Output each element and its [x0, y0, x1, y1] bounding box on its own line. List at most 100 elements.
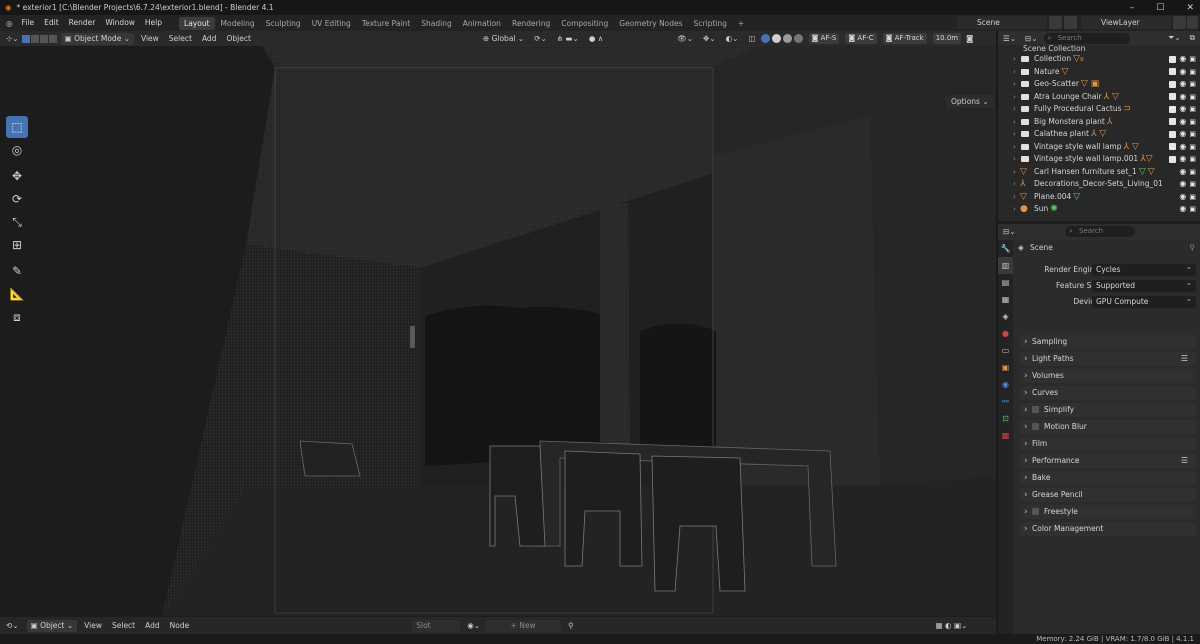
viewport-menu-select[interactable]: Select [164, 34, 197, 43]
new-collection-icon[interactable]: ⧉ [1185, 33, 1200, 43]
panel-grease-pencil[interactable]: Grease Pencil [1020, 488, 1196, 502]
tab-layout[interactable]: Layout [179, 16, 215, 30]
scene-tab-icon[interactable]: ◈ [998, 308, 1013, 325]
motion-blur-checkbox[interactable] [1032, 423, 1039, 430]
outliner-row-big-monstera[interactable]: › Big Monstera plant ⅄ ◉ ▣ [998, 116, 1200, 129]
panel-bake[interactable]: Bake [1020, 471, 1196, 485]
expand-arrow-icon[interactable]: › [1013, 166, 1016, 179]
output-tab-icon[interactable]: ▤ [998, 274, 1013, 291]
af-track-button[interactable]: ◙ AF-Track [882, 33, 927, 44]
eye-icon[interactable]: ◉ [1179, 203, 1186, 216]
pivot-icon[interactable]: ⟳⌄ [529, 34, 552, 43]
slot-dropdown[interactable]: Slot [412, 619, 461, 632]
properties-search-input[interactable]: ⌕ Search [1065, 226, 1135, 237]
annotate-tool-icon[interactable]: ✎ [6, 260, 28, 282]
eye-icon[interactable]: ◉ [1179, 166, 1186, 179]
camera-icon[interactable]: ▣ [1189, 66, 1196, 79]
panel-volumes[interactable]: Volumes [1020, 369, 1196, 383]
render-tab-icon[interactable]: ▥ [998, 257, 1013, 274]
camera-icon[interactable]: ◙ [961, 34, 978, 43]
eye-icon[interactable]: ◉ [1179, 66, 1186, 79]
bottom-menu-view[interactable]: View [79, 621, 107, 630]
freestyle-checkbox[interactable] [1032, 508, 1039, 515]
overlay-icon[interactable]: ◐⌄ [721, 34, 744, 43]
menu-render[interactable]: Render [64, 15, 101, 31]
expand-arrow-icon[interactable]: › [1013, 66, 1016, 79]
new-material-button[interactable]: + New [485, 619, 562, 632]
expand-arrow-icon[interactable]: › [1013, 53, 1016, 66]
tab-geometry-nodes[interactable]: Geometry Nodes [614, 17, 687, 30]
tab-compositing[interactable]: Compositing [556, 17, 613, 30]
expand-arrow-icon[interactable]: › [1013, 203, 1016, 216]
tab-modeling[interactable]: Modeling [216, 17, 260, 30]
outliner-row-carl-hansen[interactable]: › ▽ Carl Hansen furniture set_1 ▽ ▽ ◉ ▣ [998, 166, 1200, 179]
collection-tab-icon[interactable]: ▭ [998, 342, 1013, 359]
pin-icon[interactable]: ⚲ [563, 621, 579, 630]
delete-scene-icon[interactable] [1064, 16, 1077, 29]
bottom-menu-add[interactable]: Add [140, 621, 165, 630]
snap-icon[interactable]: ⋔ ▬⌄ [552, 34, 584, 43]
expand-arrow-icon[interactable]: › [1013, 103, 1016, 116]
render-engine-dropdown[interactable]: Cycles [1092, 261, 1196, 276]
eye-icon[interactable]: ◉ [1179, 191, 1186, 204]
xray-icon[interactable]: ◫ [743, 34, 760, 43]
panel-film[interactable]: Film [1020, 437, 1196, 451]
panel-simplify[interactable]: Simplify [1020, 403, 1196, 417]
delete-view-layer-icon[interactable] [1187, 16, 1198, 29]
include-checkbox[interactable] [1169, 130, 1177, 138]
3d-viewport[interactable]: ⬚ ◎ ✥ ⟳ ⤡ ⊞ ✎ 📐 ⧈ Options ⌄ [0, 46, 996, 616]
expand-arrow-icon[interactable]: › [1013, 153, 1016, 166]
properties-editor-type-icon[interactable]: ⊟⌄ [1003, 227, 1016, 236]
include-checkbox[interactable] [1169, 105, 1177, 113]
panel-light-paths[interactable]: Light Paths ☰ [1020, 352, 1196, 366]
material-browse-icon[interactable]: ◉⌄ [462, 621, 485, 630]
camera-icon[interactable]: ▣ [1189, 191, 1196, 204]
object-mode-dropdown[interactable]: ▣ Object Mode ⌄ [60, 32, 134, 45]
expand-arrow-icon[interactable]: › [1013, 91, 1016, 104]
expand-arrow-icon[interactable]: › [1013, 141, 1016, 154]
rotate-tool-icon[interactable]: ⟳ [6, 188, 28, 210]
presets-list-icon[interactable]: ☰ [1181, 454, 1188, 468]
tab-shading[interactable]: Shading [416, 17, 456, 30]
add-workspace-button[interactable]: + [733, 17, 749, 30]
outliner-editor-type-icon[interactable]: ☰⌄ [998, 34, 1019, 43]
panel-color-management[interactable]: Color Management [1020, 522, 1196, 536]
device-dropdown[interactable]: GPU Compute [1092, 293, 1196, 308]
outliner-row-wall-lamp[interactable]: › Vintage style wall lamp ⅄ ▽ ◉ ▣ [998, 141, 1200, 154]
eye-icon[interactable]: ◉ [1179, 141, 1186, 154]
eye-icon[interactable]: ◉ [1179, 53, 1186, 66]
expand-arrow-icon[interactable]: › [1013, 191, 1016, 204]
outliner-row-geo-scatter[interactable]: › Geo-Scatter ▽ ▣ ◉ ▣ [998, 78, 1200, 91]
include-checkbox[interactable] [1169, 80, 1177, 88]
feature-set-dropdown[interactable]: Supported [1092, 277, 1196, 292]
tab-uv-editing[interactable]: UV Editing [307, 17, 356, 30]
panel-motion-blur[interactable]: Motion Blur [1020, 420, 1196, 434]
menu-edit[interactable]: Edit [39, 15, 64, 31]
scene-selector[interactable]: Scene [957, 16, 1047, 29]
eye-icon[interactable]: ◉ [1179, 153, 1186, 166]
data-tab-icon[interactable]: ⊡ [998, 410, 1013, 427]
expand-arrow-icon[interactable]: › [1013, 128, 1016, 141]
panel-curves[interactable]: Curves [1020, 386, 1196, 400]
include-checkbox[interactable] [1169, 55, 1177, 63]
cursor-tool-icon[interactable]: ◎ [6, 139, 28, 161]
view-object-types-icon[interactable]: 👁⌄ [672, 34, 698, 43]
transform-tool-icon[interactable]: ⊞ [6, 234, 28, 256]
outliner-row-wall-lamp-001[interactable]: › Vintage style wall lamp.001 ⅄▽ ◉ ▣ [998, 153, 1200, 166]
backdrop-icons[interactable]: ▦ ◐ ▣⌄ [931, 621, 973, 630]
eye-icon[interactable]: ◉ [1179, 78, 1186, 91]
camera-icon[interactable]: ▣ [1189, 141, 1196, 154]
outliner-scene-collection[interactable]: Scene Collection [998, 45, 1200, 53]
panel-sampling[interactable]: Sampling [1020, 335, 1196, 349]
outliner-row-decorations[interactable]: › ⅄ Decorations_Decor-Sets_Living_01 ◉ ▣ [998, 178, 1200, 191]
camera-icon[interactable]: ▣ [1189, 78, 1196, 91]
tab-sculpting[interactable]: Sculpting [261, 17, 306, 30]
include-checkbox[interactable] [1169, 155, 1177, 163]
viewport-menu-object[interactable]: Object [221, 34, 255, 43]
af-s-button[interactable]: ◙ AF-S [808, 33, 840, 44]
pin-icon[interactable]: ⚲ [1190, 240, 1196, 256]
constraints-tab-icon[interactable]: ⚯ [998, 393, 1013, 410]
include-checkbox[interactable] [1169, 143, 1177, 151]
eye-icon[interactable]: ◉ [1179, 103, 1186, 116]
bottom-menu-select[interactable]: Select [107, 621, 140, 630]
